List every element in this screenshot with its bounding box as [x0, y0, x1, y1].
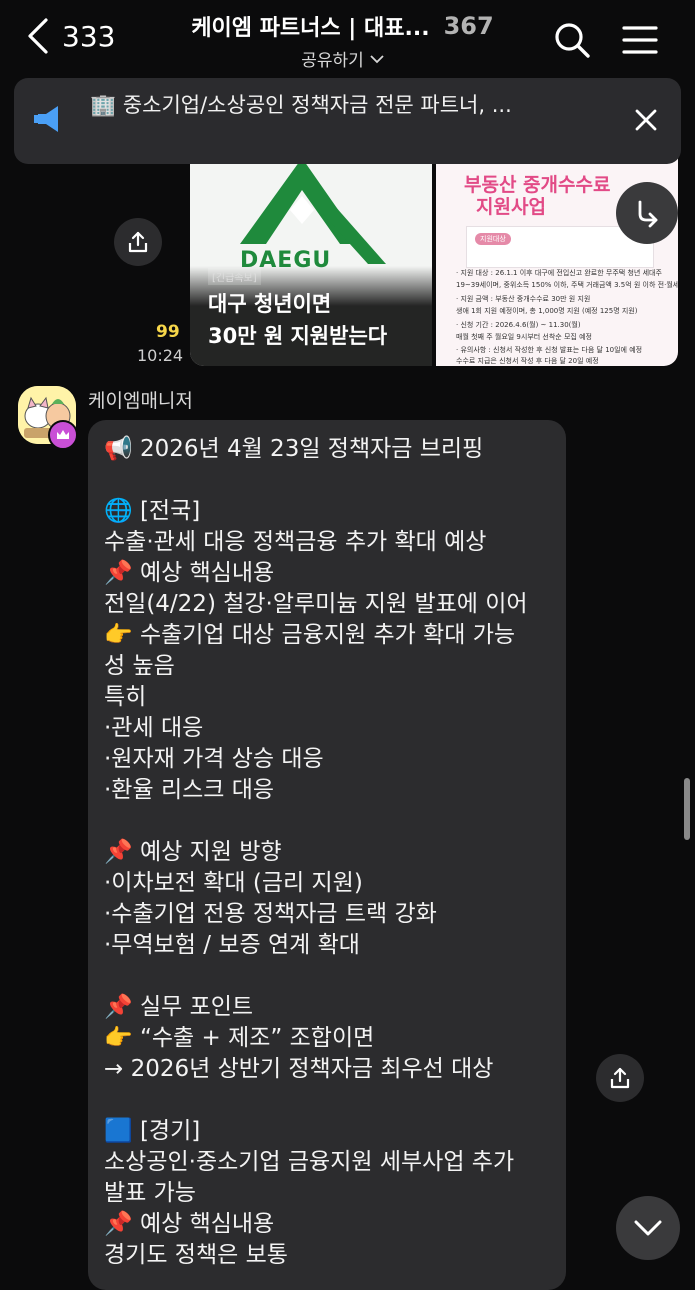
forward-arrow-icon [638, 200, 658, 228]
poster-row: 생애 1회 지원 예정이며, 총 1,000명 지원 (예정 125명 지원) [456, 307, 638, 315]
unread-chats-count: 333 [62, 19, 116, 53]
news-headline-2: 30만 원 지원받는다 [208, 324, 388, 348]
poster-row: · 지원 금액 : 부동산 중개수수료 30만 원 지원 [456, 295, 591, 303]
share-icon [128, 231, 148, 253]
notice-banner[interactable]: 🏢 중소기업/소상공인 정책자금 전문 파트너, ... [14, 78, 681, 164]
crown-badge [48, 420, 78, 450]
member-count: 367 [443, 12, 494, 40]
close-icon[interactable] [634, 108, 658, 132]
back-button[interactable]: 333 [26, 16, 115, 56]
share-icon [610, 1067, 630, 1089]
notice-text: 🏢 중소기업/소상공인 정책자금 전문 파트너, ... [90, 93, 512, 117]
message-line: 🟦 [경기] [104, 1118, 201, 1144]
news-headline-1: 대구 청년이면 [208, 292, 332, 316]
message-bubble[interactable]: 📢 2026년 4월 23일 정책자금 브리핑 🌐 [전국] 수출·관세 대응 … [88, 420, 566, 1290]
message-line [104, 465, 556, 496]
share-label: 공유하기 [301, 51, 364, 71]
poster-image-brokerage[interactable]: 부동산 중개수수료 지원사업 지원대상 · 지원 대상 : 26.1.1 이후 … [436, 140, 678, 366]
message-time: 10:24 [137, 346, 184, 365]
message-line [104, 806, 556, 837]
megaphone-icon [34, 106, 58, 132]
message-line [104, 961, 556, 992]
message-line: 특히 [104, 684, 147, 710]
message-line: 🌐 [전국] [104, 498, 201, 524]
chevron-down-icon [634, 1220, 662, 1236]
news-tag: [긴급속보] [208, 268, 261, 285]
message-line: ·이차보전 확대 (금리 지원) [104, 870, 363, 896]
message-line: → 2026년 상반기 정책자금 최우선 대상 [104, 1056, 494, 1082]
chat-header: 333 케이엠 파트너스 | 대표... 367 공유하기 [0, 0, 695, 80]
menu-icon[interactable] [620, 20, 660, 60]
scrollbar-thumb[interactable] [684, 778, 690, 840]
message-line: 📌 실무 포인트 [104, 994, 254, 1020]
message-line: 성 높음 [104, 653, 175, 679]
message-line: 전일(4/22) 철강·알루미늄 지원 발표에 이어 [104, 591, 528, 617]
poster-row: 수수료 지급은 신청서 작성 후 다음 달 20일 예정 [456, 357, 599, 365]
share-button[interactable] [114, 218, 162, 266]
poster-row: · 유의사항 : 신청서 작성한 후 신청 발표는 다음 달 10일에 예정 [456, 346, 643, 354]
poster-row: · 지원 대상 : 26.1.1 이후 대구에 전입신고 완료한 무주택 청년 … [456, 269, 662, 277]
message-line: 발표 가능 [104, 1180, 196, 1206]
poster-row: 매월 첫째 주 월요일 9시부터 선착순 모집 예정 [456, 333, 592, 341]
message-line [104, 1085, 556, 1116]
poster-title-2: 지원사업 [476, 196, 546, 218]
share-dropdown[interactable]: 공유하기 [301, 46, 384, 71]
search-icon[interactable] [552, 20, 592, 60]
message-line: 📢 2026년 4월 23일 정책자금 브리핑 [104, 436, 484, 462]
message-line: ·환율 리스크 대응 [104, 777, 275, 803]
message-line: ·원자재 가격 상승 대응 [104, 746, 324, 772]
share-button[interactable] [596, 1054, 644, 1102]
message-line: ·무역보험 / 보증 연계 확대 [104, 932, 360, 958]
message-line: ·관세 대응 [104, 715, 204, 741]
message-line: 경기도 정책은 보통 [104, 1242, 288, 1268]
sender-name: 케이엠매니저 [88, 390, 193, 412]
chevron-down-icon [370, 54, 384, 63]
message-line: 📌 예상 지원 방향 [104, 839, 282, 865]
chat-title-area[interactable]: 케이엠 파트너스 | 대표... 367 공유하기 [170, 10, 515, 71]
message-line: 📌 예상 핵심내용 [104, 560, 275, 586]
message-line: ·수출기업 전용 정책자금 트랙 강화 [104, 901, 437, 927]
poster-row: · 신청 기간 : 2026.4.6(월) ~ 11.30(월) [456, 321, 581, 329]
message-line: 👉 수출기업 대상 금융지원 추가 확대 가능 [104, 622, 516, 648]
message-line: 📌 예상 핵심내용 [104, 1211, 275, 1237]
poster-row: 19~39세이며, 중위소득 150% 이하, 주택 거래금액 3.5억 원 이… [456, 281, 678, 289]
scroll-to-bottom-button[interactable] [616, 1196, 680, 1260]
forward-button[interactable] [616, 182, 678, 244]
poster-pill: 지원대상 [475, 233, 511, 245]
message-line: 소상공인·중소기업 금융지원 세부사업 추가 [104, 1149, 515, 1175]
crown-icon [57, 430, 69, 439]
chevron-left-icon [28, 18, 48, 54]
message-unread-count: 99 [156, 322, 180, 342]
chat-title: 케이엠 파트너스 | 대표... [191, 16, 430, 41]
message-text: 📢 2026년 4월 23일 정책자금 브리핑 🌐 [전국] 수출·관세 대응 … [104, 434, 556, 1271]
news-image-daegu[interactable]: DAEGU [긴급속보] 대구 청년이면 30만 원 지원받는다 [190, 140, 432, 366]
message-line: 👉 “수출 + 제조” 조합이면 [104, 1025, 375, 1051]
message-line: 수출·관세 대응 정책금융 추가 확대 예상 [104, 529, 487, 555]
